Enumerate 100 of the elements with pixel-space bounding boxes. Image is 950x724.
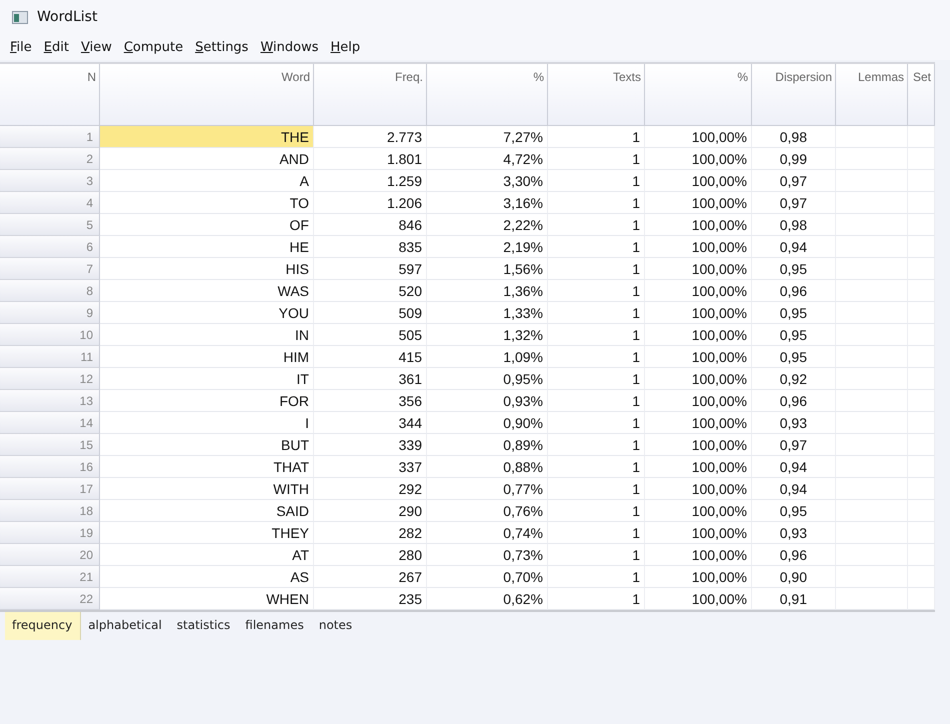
table-cell: 235 <box>314 588 427 610</box>
table-cell: 846 <box>314 214 427 236</box>
table-cell: 0,94 <box>752 236 836 258</box>
table-cell: 100,00% <box>645 390 752 412</box>
table-cell: 0,88% <box>427 456 548 478</box>
tab[interactable]: frequency <box>5 612 82 640</box>
word-cell[interactable]: OF <box>100 214 314 236</box>
tab[interactable]: filenames <box>238 612 312 638</box>
word-cell[interactable]: I <box>100 412 314 434</box>
table-cell: 4,72% <box>427 148 548 170</box>
empty-cell <box>836 566 908 588</box>
word-cell[interactable]: WAS <box>100 280 314 302</box>
column-header[interactable]: % <box>645 64 752 126</box>
empty-cell <box>836 258 908 280</box>
menu-item[interactable]: Help <box>324 38 366 56</box>
menu-item[interactable]: Compute <box>118 38 190 56</box>
table-cell: 100,00% <box>645 544 752 566</box>
word-cell[interactable]: AND <box>100 148 314 170</box>
empty-cell <box>836 390 908 412</box>
table-cell: 100,00% <box>645 324 752 346</box>
menu-item[interactable]: File <box>4 38 38 56</box>
empty-cell <box>836 302 908 324</box>
table-cell: 100,00% <box>645 302 752 324</box>
table-cell: 2,22% <box>427 214 548 236</box>
word-cell[interactable]: WITH <box>100 478 314 500</box>
empty-cell <box>908 544 935 566</box>
table-cell: 100,00% <box>645 566 752 588</box>
tab[interactable]: notes <box>312 612 360 638</box>
word-cell[interactable]: BUT <box>100 434 314 456</box>
column-header[interactable]: Lemmas <box>836 64 908 126</box>
table-cell: 0,91 <box>752 588 836 610</box>
word-cell[interactable]: THAT <box>100 456 314 478</box>
word-cell[interactable]: HE <box>100 236 314 258</box>
column-header[interactable]: Dispersion <box>752 64 836 126</box>
tab[interactable]: alphabetical <box>81 612 170 638</box>
empty-cell <box>908 280 935 302</box>
empty-cell <box>836 500 908 522</box>
table-cell: 100,00% <box>645 412 752 434</box>
word-cell[interactable]: THE <box>100 126 314 148</box>
word-cell[interactable]: AT <box>100 544 314 566</box>
table-cell: 7,27% <box>427 126 548 148</box>
menu-item[interactable]: Edit <box>38 38 75 56</box>
table-cell: 1 <box>548 588 645 610</box>
tab[interactable]: statistics <box>170 612 238 638</box>
table-cell: 100,00% <box>645 522 752 544</box>
word-cell[interactable]: YOU <box>100 302 314 324</box>
word-cell[interactable]: TO <box>100 192 314 214</box>
table-cell: 1 <box>548 148 645 170</box>
empty-cell <box>908 390 935 412</box>
table-cell: 0,95% <box>427 368 548 390</box>
empty-cell <box>836 170 908 192</box>
table-cell: 2,19% <box>427 236 548 258</box>
table-cell: 0,95 <box>752 500 836 522</box>
app-icon <box>12 10 28 24</box>
table-cell: 356 <box>314 390 427 412</box>
table-cell: 0,97 <box>752 192 836 214</box>
table-cell: 3,16% <box>427 192 548 214</box>
word-cell[interactable]: AS <box>100 566 314 588</box>
empty-cell <box>908 126 935 148</box>
word-cell[interactable]: HIM <box>100 346 314 368</box>
table-cell: 1.259 <box>314 170 427 192</box>
word-cell[interactable]: HIS <box>100 258 314 280</box>
word-cell[interactable]: FOR <box>100 390 314 412</box>
word-cell[interactable]: A <box>100 170 314 192</box>
window-title: WordList <box>37 9 98 25</box>
table-cell: 1 <box>548 302 645 324</box>
table-cell: 520 <box>314 280 427 302</box>
table-cell: 2.773 <box>314 126 427 148</box>
table-cell: 1 <box>548 566 645 588</box>
table-cell: 0,76% <box>427 500 548 522</box>
word-cell[interactable]: SAID <box>100 500 314 522</box>
word-cell[interactable]: THEY <box>100 522 314 544</box>
table-cell: 0,74% <box>427 522 548 544</box>
empty-cell <box>836 236 908 258</box>
column-header[interactable]: N <box>0 64 100 126</box>
table-cell: 1 <box>548 390 645 412</box>
table-cell: 0,99 <box>752 148 836 170</box>
empty-cell <box>908 258 935 280</box>
column-header[interactable]: % <box>427 64 548 126</box>
menu-item[interactable]: Windows <box>254 38 325 56</box>
table-cell: 361 <box>314 368 427 390</box>
table-cell: 1 <box>548 478 645 500</box>
column-header[interactable]: Set <box>908 64 935 126</box>
column-header[interactable]: Word <box>100 64 314 126</box>
table-cell: 0,95 <box>752 346 836 368</box>
empty-cell <box>836 346 908 368</box>
empty-cell <box>908 214 935 236</box>
empty-cell <box>836 368 908 390</box>
word-cell[interactable]: IN <box>100 324 314 346</box>
word-cell[interactable]: WHEN <box>100 588 314 610</box>
table-cell: 1,32% <box>427 324 548 346</box>
column-header[interactable]: Texts <box>548 64 645 126</box>
table-cell: 1 <box>548 170 645 192</box>
table-cell: 1 <box>548 544 645 566</box>
table-cell: 0,90 <box>752 566 836 588</box>
menu-item[interactable]: Settings <box>189 38 254 56</box>
menu-item[interactable]: View <box>74 38 118 56</box>
column-header[interactable]: Freq. <box>314 64 427 126</box>
word-cell[interactable]: IT <box>100 368 314 390</box>
table-cell: 1,36% <box>427 280 548 302</box>
